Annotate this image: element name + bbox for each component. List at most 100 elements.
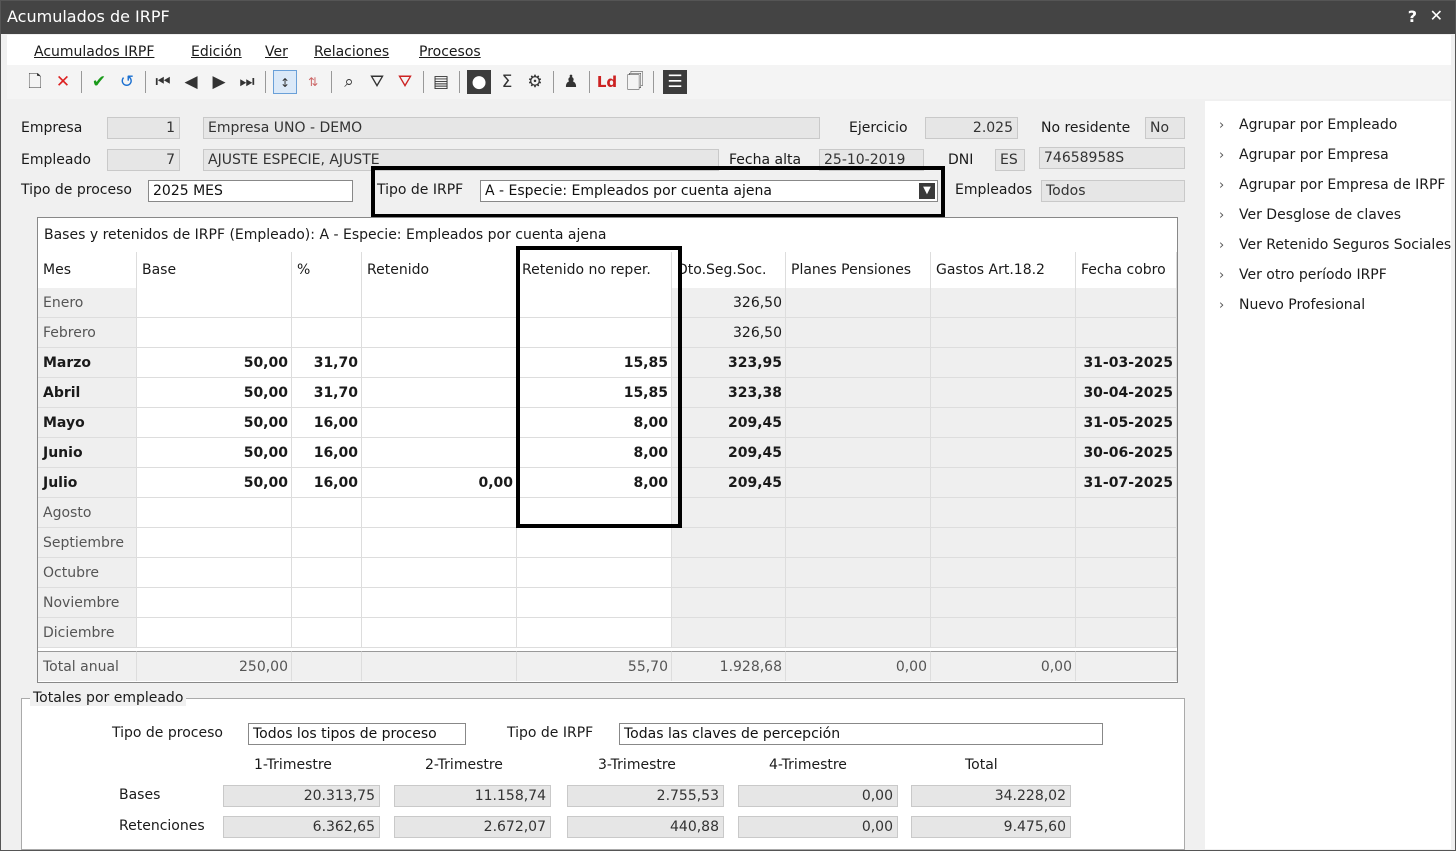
cell-mes[interactable]: Mayo — [38, 408, 137, 438]
cell-retnr[interactable] — [517, 528, 672, 558]
cell-fecha[interactable]: 31-03-2025 — [1076, 348, 1177, 378]
sum-icon[interactable]: Σ — [495, 70, 519, 94]
cell-pct[interactable] — [292, 528, 362, 558]
cell-ret[interactable] — [362, 408, 517, 438]
cell-mes[interactable]: Abril — [38, 378, 137, 408]
cell-retnr[interactable] — [517, 588, 672, 618]
cell-ret[interactable] — [362, 348, 517, 378]
menu-procesos[interactable]: Procesos — [419, 44, 481, 60]
cell-ret[interactable] — [362, 438, 517, 468]
cell-mes[interactable]: Agosto — [38, 498, 137, 528]
search-icon[interactable]: ⌕ — [337, 70, 361, 94]
cell-base[interactable] — [137, 588, 292, 618]
action-agrupar-empresa-irpf[interactable]: Agrupar por Empresa de IRPF — [1239, 177, 1445, 193]
cell-planes[interactable] — [786, 558, 931, 588]
cell-dto[interactable]: 323,95 — [672, 348, 786, 378]
sort-desc-icon[interactable]: ⇅ — [301, 70, 325, 94]
sort-asc-icon[interactable]: ↕ — [273, 70, 297, 94]
cell-dto[interactable]: 326,50 — [672, 288, 786, 318]
clear-filter-icon[interactable]: ⛛ — [393, 70, 417, 94]
person-icon[interactable]: ♟ — [559, 70, 583, 94]
cell-base[interactable] — [137, 498, 292, 528]
cell-dto[interactable] — [672, 528, 786, 558]
cell-fecha[interactable] — [1076, 558, 1177, 588]
document-icon[interactable]: 🗍 — [623, 70, 647, 94]
cell-ret[interactable] — [362, 318, 517, 348]
last-icon[interactable]: ⏭ — [235, 70, 259, 94]
cell-pct[interactable]: 31,70 — [292, 348, 362, 378]
no-residente-field[interactable]: No — [1145, 117, 1185, 139]
cell-gastos[interactable] — [931, 588, 1076, 618]
col-mes[interactable]: Mes — [38, 252, 137, 288]
cell-fecha[interactable]: 31-07-2025 — [1076, 468, 1177, 498]
cell-mes[interactable]: Marzo — [38, 348, 137, 378]
cell-retnr[interactable] — [517, 558, 672, 588]
empresa-code-field[interactable]: 1 — [107, 117, 180, 139]
close-button[interactable]: ✕ — [1430, 6, 1443, 25]
cell-dto[interactable]: 209,45 — [672, 438, 786, 468]
cell-gastos[interactable] — [931, 318, 1076, 348]
cell-dto[interactable]: 209,45 — [672, 408, 786, 438]
first-icon[interactable]: ⏮ — [151, 70, 175, 94]
action-nuevo-profesional[interactable]: Nuevo Profesional — [1239, 297, 1365, 313]
cell-pct[interactable] — [292, 498, 362, 528]
cell-dto[interactable] — [672, 618, 786, 648]
cell-base[interactable]: 50,00 — [137, 408, 292, 438]
cell-fecha[interactable]: 30-04-2025 — [1076, 378, 1177, 408]
menu-relaciones[interactable]: Relaciones — [314, 44, 389, 60]
cell-base[interactable]: 50,00 — [137, 468, 292, 498]
cell-planes[interactable] — [786, 528, 931, 558]
empleados-field[interactable]: Todos — [1041, 180, 1185, 202]
cell-retnr[interactable] — [517, 618, 672, 648]
col-dto-seg-soc[interactable]: Dto.Seg.Soc. — [672, 252, 786, 288]
cell-fecha[interactable] — [1076, 498, 1177, 528]
action-agrupar-empleado[interactable]: Agrupar por Empleado — [1239, 117, 1397, 133]
cell-planes[interactable] — [786, 618, 931, 648]
col-fecha-cobro[interactable]: Fecha cobro — [1076, 252, 1177, 288]
cell-fecha[interactable] — [1076, 588, 1177, 618]
tipo-proceso-field[interactable]: 2025 MES — [148, 180, 353, 202]
user-icon[interactable]: ● — [467, 70, 491, 94]
action-desglose-claves[interactable]: Ver Desglose de claves — [1239, 207, 1401, 223]
cell-ret[interactable] — [362, 558, 517, 588]
cell-mes[interactable]: Julio — [38, 468, 137, 498]
cell-dto[interactable] — [672, 558, 786, 588]
cell-pct[interactable] — [292, 588, 362, 618]
cell-gastos[interactable] — [931, 498, 1076, 528]
cell-base[interactable]: 50,00 — [137, 438, 292, 468]
tot-tipo-proceso-field[interactable]: Todos los tipos de proceso — [248, 723, 466, 745]
col-planes-pensiones[interactable]: Planes Pensiones — [786, 252, 931, 288]
undo-icon[interactable]: ↺ — [115, 70, 139, 94]
cell-base[interactable] — [137, 288, 292, 318]
cell-planes[interactable] — [786, 438, 931, 468]
cell-ret[interactable] — [362, 618, 517, 648]
cell-ret[interactable]: 0,00 — [362, 468, 517, 498]
cell-fecha[interactable] — [1076, 618, 1177, 648]
menu-edicion[interactable]: Edición — [191, 44, 242, 60]
cell-gastos[interactable] — [931, 408, 1076, 438]
cell-planes[interactable] — [786, 498, 931, 528]
cell-planes[interactable] — [786, 318, 931, 348]
cell-base[interactable] — [137, 318, 292, 348]
sheet-icon[interactable]: ☰ — [663, 70, 687, 94]
cell-pct[interactable]: 16,00 — [292, 468, 362, 498]
cell-planes[interactable] — [786, 288, 931, 318]
cell-fecha[interactable] — [1076, 528, 1177, 558]
cell-fecha[interactable] — [1076, 318, 1177, 348]
confirm-icon[interactable]: ✔ — [87, 70, 111, 94]
filter-icon[interactable]: ⛛ — [365, 70, 389, 94]
cell-pct[interactable]: 31,70 — [292, 378, 362, 408]
help-button[interactable]: ? — [1408, 7, 1417, 26]
cell-mes[interactable]: Septiembre — [38, 528, 137, 558]
tot-tipo-irpf-field[interactable]: Todas las claves de percepción — [619, 723, 1103, 745]
cell-ret[interactable] — [362, 528, 517, 558]
cell-dto[interactable] — [672, 498, 786, 528]
cell-fecha[interactable] — [1076, 288, 1177, 318]
cell-gastos[interactable] — [931, 288, 1076, 318]
cell-mes[interactable]: Noviembre — [38, 588, 137, 618]
action-otro-periodo[interactable]: Ver otro período IRPF — [1239, 267, 1387, 283]
cell-fecha[interactable]: 31-05-2025 — [1076, 408, 1177, 438]
col-retenido[interactable]: Retenido — [362, 252, 517, 288]
new-icon[interactable]: 🗋 — [23, 70, 47, 94]
action-agrupar-empresa[interactable]: Agrupar por Empresa — [1239, 147, 1389, 163]
